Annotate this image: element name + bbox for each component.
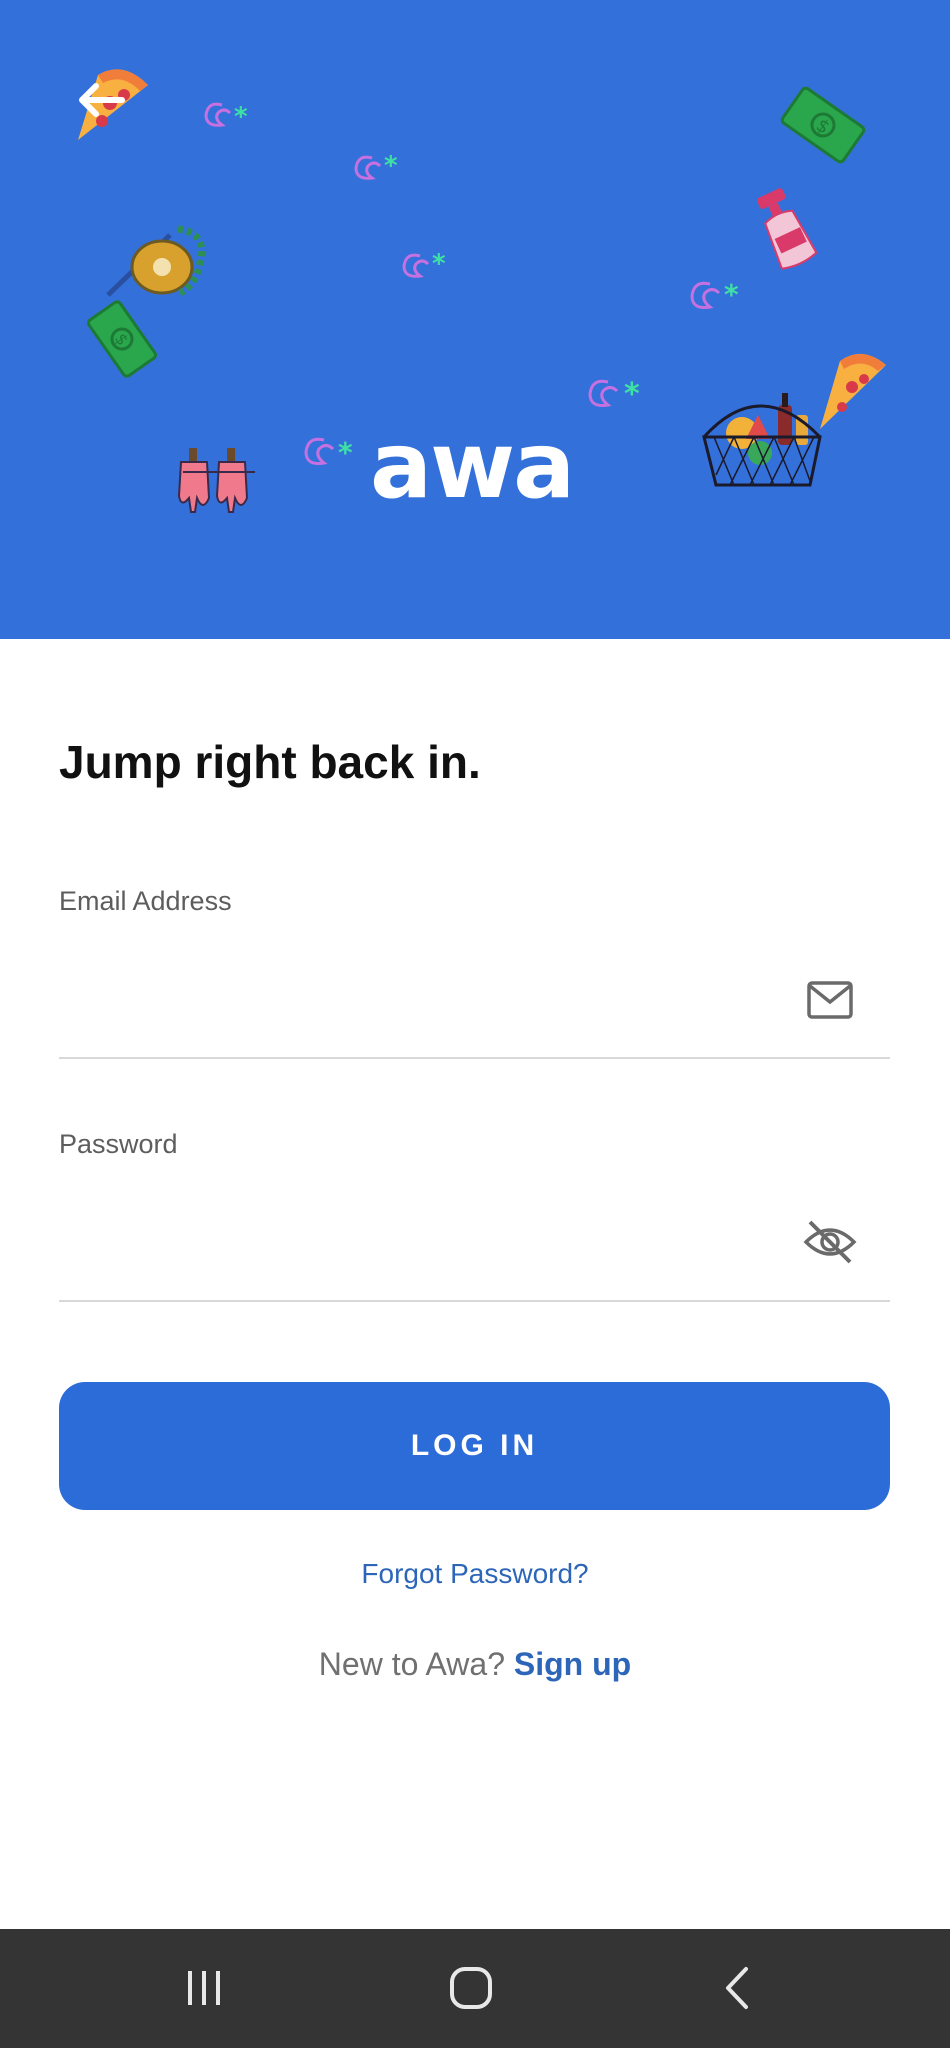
back-arrow-icon[interactable]	[70, 70, 130, 130]
forgot-password-link[interactable]: Forgot Password?	[0, 1558, 950, 1590]
squiggle-star-doodle: *	[588, 377, 640, 412]
recent-apps-icon[interactable]	[144, 1929, 264, 2048]
email-underline	[59, 1057, 890, 1059]
svg-text:*: *	[724, 278, 739, 311]
back-nav-icon[interactable]	[678, 1929, 798, 2048]
rubber-gloves-icon	[177, 448, 255, 513]
squiggle-star-doodle: *	[304, 436, 353, 469]
hero-banner: * * * * * * $ $ awa	[0, 0, 950, 639]
signup-link[interactable]: Sign up	[514, 1646, 631, 1682]
grocery-basket-icon	[702, 393, 822, 487]
svg-text:*: *	[338, 436, 353, 469]
squiggle-star-doodle: *	[402, 249, 446, 279]
system-navigation-bar	[0, 1929, 950, 2048]
money-bill-icon: $	[87, 300, 157, 378]
awa-logo: awa	[370, 412, 575, 519]
password-field[interactable]	[59, 1203, 893, 1285]
svg-text:*: *	[624, 377, 640, 412]
squiggle-star-doodle: *	[690, 278, 739, 311]
signup-prompt: New to Awa?	[318, 1646, 505, 1682]
email-label: Email Address	[59, 886, 232, 916]
squiggle-star-doodle: *	[354, 151, 398, 181]
page-title: Jump right back in.	[59, 736, 481, 788]
mail-icon	[807, 981, 853, 1019]
svg-text:*: *	[234, 102, 248, 132]
spray-bottle-icon	[757, 188, 818, 270]
password-label: Password	[59, 1129, 178, 1159]
signup-row: New to Awa? Sign up	[0, 1646, 950, 1683]
eye-off-icon[interactable]	[802, 1218, 858, 1266]
svg-text:*: *	[384, 151, 398, 181]
password-underline	[59, 1300, 890, 1302]
email-field[interactable]	[59, 960, 893, 1042]
money-bill-icon: $	[780, 86, 866, 164]
home-icon[interactable]	[410, 1929, 530, 2048]
login-button[interactable]: LOG IN	[59, 1382, 890, 1510]
svg-text:*: *	[432, 249, 446, 279]
squiggle-star-doodle: *	[204, 102, 248, 132]
